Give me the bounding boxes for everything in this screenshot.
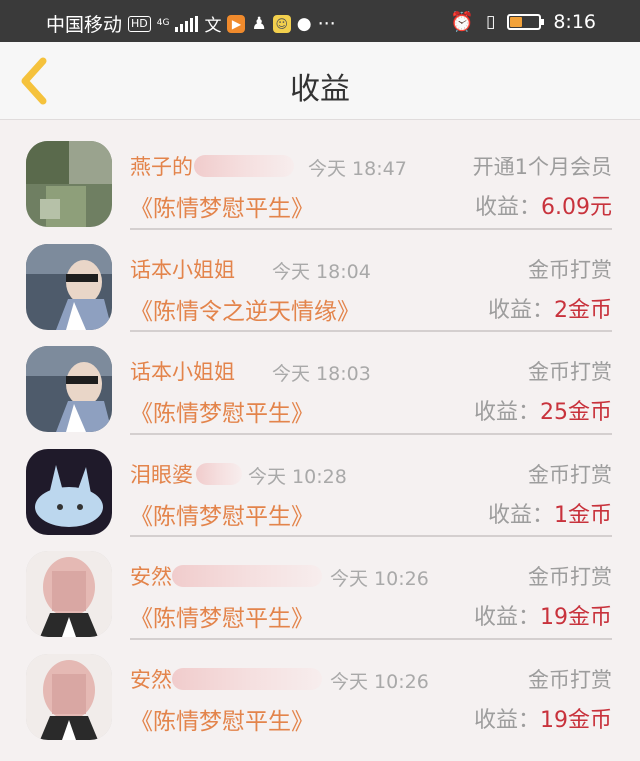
earning-type: 金币打赏 [528,462,612,487]
list-item[interactable]: 话本小姐姐 今天 18:04 金币打赏 《陈情令之逆天情缘》 收益：2金币 [0,224,640,332]
user-name: 燕子的 [130,155,193,179]
vibrate-icon: ▯ [485,11,496,32]
avatar[interactable] [26,448,112,535]
mini-app-icon: ☺ [272,14,291,33]
qq-icon: ♟ [251,13,267,34]
timestamp: 今天 10:26 [330,568,429,590]
timestamp: 今天 18:03 [272,363,371,385]
video-app-icon: ▶ [227,14,246,33]
avatar[interactable] [26,346,112,432]
hd-badge: HD [128,15,151,32]
battery-icon [507,13,545,30]
status-time: 8:16 [553,10,596,33]
user-name: 安然 [130,667,172,692]
earning-type: 金币打赏 [528,360,612,384]
page-title: 收益 [290,72,350,107]
earning-amount: 收益：2金币 [487,297,612,323]
avatar[interactable] [26,551,112,637]
book-title[interactable]: 《陈情梦慰平生》 [130,599,314,633]
timestamp: 今天 18:47 [308,158,407,180]
list-item[interactable]: 话本小姐姐 今天 18:03 金币打赏 《陈情梦慰平生》 收益：25金币 [0,326,640,435]
blurred-name [194,155,294,177]
earning-type: 金币打赏 [528,565,612,589]
blurred-name [196,462,242,485]
book-title[interactable]: 《陈情梦慰平生》 [130,702,314,736]
user-name: 安然 [130,565,172,589]
status-right: ⏰ ▯ 8:16 [450,10,596,34]
list-item[interactable]: 燕子的 今天 18:47 开通1个月会员 《陈情梦慰平生》 收益：6.09元 [0,121,640,230]
book-title[interactable]: 《陈情梦慰平生》 [130,497,314,531]
earning-amount: 收益：19金币 [473,605,612,630]
status-left: 中国移动 HD 4G 文 ▶ ♟ ☺ ● ··· [46,10,336,37]
status-bar: 中国移动 HD 4G 文 ▶ ♟ ☺ ● ··· ⏰ ▯ 8:16 [0,0,640,42]
earning-amount: 收益：25金币 [473,400,612,425]
carrier-name: 中国移动 [46,14,123,36]
book-title[interactable]: 《陈情令之逆天情缘》 [130,292,360,326]
earning-type: 开通1个月会员 [472,155,612,179]
network-type: 4G [156,18,170,28]
list-item[interactable]: 安然 今天 10:26 金币打赏 《陈情梦慰平生》 收益：19金币 [0,531,640,640]
alarm-icon: ⏰ [450,11,474,33]
user-name: 话本小姐姐 [130,360,235,384]
header: 收益 [0,42,640,120]
earning-amount: 收益：1金币 [487,502,612,528]
avatar[interactable] [26,141,112,227]
carrier-signal-icon [175,15,199,32]
timestamp: 今天 10:28 [248,465,347,488]
earnings-list: 燕子的 今天 18:47 开通1个月会员 《陈情梦慰平生》 收益：6.09元 话… [0,121,640,740]
earning-amount: 收益：19金币 [473,707,612,733]
earning-type: 金币打赏 [528,257,612,282]
list-item[interactable]: 安然 今天 10:26 金币打赏 《陈情梦慰平生》 收益：19金币 [0,634,640,740]
timestamp: 今天 10:26 [330,670,429,693]
blurred-name [172,565,322,587]
avatar[interactable] [26,653,112,740]
earning-amount: 收益：6.09元 [474,195,612,220]
user-name: 话本小姐姐 [130,257,235,282]
blurred-name [172,667,322,690]
user-name: 泪眼婆 [130,462,193,487]
book-title[interactable]: 《陈情梦慰平生》 [130,394,314,428]
wechat-icon: 文 [204,16,222,36]
list-item[interactable]: 泪眼婆 今天 10:28 金币打赏 《陈情梦慰平生》 收益：1金币 [0,429,640,537]
earning-type: 金币打赏 [528,667,612,692]
timestamp: 今天 18:04 [272,260,371,283]
book-title[interactable]: 《陈情梦慰平生》 [130,189,314,223]
more-dots-icon: ··· [317,12,336,35]
chat-icon: ● [296,13,312,34]
avatar[interactable] [26,243,112,330]
